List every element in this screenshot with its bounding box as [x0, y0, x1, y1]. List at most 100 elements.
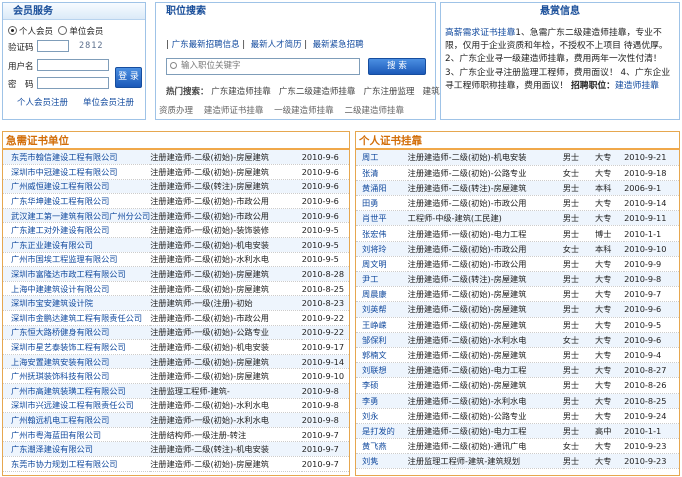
person-name[interactable]: 刘将玲	[356, 241, 408, 257]
table-row: 是打发的 注册建造师-二级(初始)-电力工程 男士 高中 2010-1-1	[356, 423, 679, 440]
education: 大专	[595, 453, 625, 470]
person-name[interactable]: 肖世平	[356, 210, 408, 227]
company-name[interactable]: 广州市粤海蓝田有限公司	[3, 427, 151, 443]
hot-term[interactable]: 一级建造师挂靠	[274, 106, 334, 116]
reward-headline-link[interactable]: 高薪需求证书挂靠	[445, 28, 515, 38]
post-date: 2010-9-7	[624, 286, 679, 303]
radio-company[interactable]	[58, 26, 68, 35]
post-date: 2010-9-21	[624, 150, 679, 166]
register-personal-link[interactable]: 个人会员注册	[17, 96, 68, 108]
cert-requirement: 注册建造师-二级(初始)-市政公用	[150, 208, 302, 224]
company-name[interactable]: 广州翰远机电工程有限公司	[3, 412, 151, 428]
radio-personal[interactable]	[8, 26, 17, 35]
person-name[interactable]: 郭楠文	[356, 347, 408, 364]
gender: 男士	[562, 393, 595, 409]
person-name[interactable]: 周工	[356, 150, 408, 166]
company-name[interactable]: 深圳市富隆达市政工程有限公司	[3, 266, 151, 282]
company-name[interactable]: 上海中建建筑设计有限公司	[3, 281, 151, 297]
cert-requirement: 注册建造师-二级(初始)-房屋建筑	[150, 150, 302, 166]
cert-requirement: 注册建造师-一级(初始)-水利水电	[150, 412, 302, 428]
company-name[interactable]: 广东潮泽建设有限公司	[3, 441, 151, 457]
person-name[interactable]: 尹工	[356, 271, 408, 288]
tab-urgent-jobs[interactable]: 最新紧急招聘	[313, 40, 364, 50]
company-name[interactable]: 深圳市金鹏达建筑工程有限责任公司	[3, 310, 151, 326]
password-input[interactable]	[37, 77, 109, 89]
company-name[interactable]: 深圳市兴远建设工程有限责任公司	[3, 398, 151, 414]
login-button[interactable]: 登 录	[115, 67, 142, 88]
person-name[interactable]: 李硕	[356, 377, 408, 394]
person-name[interactable]: 刘隽	[356, 453, 408, 470]
education: 大专	[595, 393, 625, 409]
company-name[interactable]: 广州抚琪装饰科技有限公司	[3, 368, 151, 384]
table-row: 刘永 注册建造师-二级(初始)-公路专业 男士 大专 2010-9-24	[356, 408, 679, 424]
search-button[interactable]: 搜 索	[368, 58, 426, 75]
tab-latest-jobs[interactable]: 广东最新招聘信息	[172, 40, 240, 50]
education: 大专	[595, 256, 625, 273]
username-input[interactable]	[37, 59, 109, 71]
company-name[interactable]: 广州市国埃工程监理有限公司	[3, 252, 151, 268]
reward-job-link[interactable]: 建造师挂靠	[615, 81, 659, 91]
post-date: 2010-9-5	[301, 237, 349, 253]
hot-term[interactable]: 广东二级建造师挂靠	[279, 87, 356, 97]
person-name[interactable]: 黄飞燕	[356, 438, 408, 455]
person-name[interactable]: 李勇	[356, 393, 408, 409]
company-name[interactable]: 上海安置建筑安装有限公司	[3, 354, 151, 370]
cert-type: 注册监理工程师-建筑-建筑规划	[407, 453, 563, 470]
person-name[interactable]: 周文明	[356, 256, 408, 273]
table-row: 深圳市宝安建筑设计院 注册建筑师-一级(注册)-初始 2010-8-23	[3, 295, 349, 312]
table-row: 东莞市协力规划工程有限公司 注册建造师-二级(初始)-房屋建筑 2010-9-7	[3, 456, 349, 472]
person-name[interactable]: 周晨康	[356, 286, 408, 303]
table-row: 李勇 注册建造师-二级(初始)-水利水电 男士 大专 2010-8-25	[356, 393, 679, 409]
person-name[interactable]: 刘永	[356, 408, 408, 424]
gender: 男士	[562, 271, 595, 288]
table-row: 广东恒大路桥健身有限公司 注册建造师-一级(初始)-公路专业 2010-9-22	[3, 325, 349, 341]
person-name[interactable]: 邹保利	[356, 332, 408, 348]
company-name[interactable]: 深圳市星艺泰装饰工程有限公司	[3, 339, 151, 355]
table-row: 尹工 注册建造师-二级(转注)-房屋建筑 男士 大专 2010-9-8	[356, 271, 679, 288]
urgent-companies-table: 东莞市翰信建设工程有限公司 注册建造师-二级(初始)-房屋建筑 2010-9-6 深圳…	[3, 150, 349, 472]
post-date: 2010-9-6	[301, 164, 349, 180]
person-name[interactable]: 是打发的	[356, 423, 408, 440]
person-name[interactable]: 王峥嵘	[356, 317, 408, 333]
person-name[interactable]: 黄涌阳	[356, 180, 408, 197]
urgent-companies-title: 急需证书单位	[3, 132, 349, 150]
hot-term[interactable]: 建造师证书挂靠	[204, 106, 264, 116]
company-name[interactable]: 广东正业建设有限公司	[3, 237, 151, 253]
company-name[interactable]: 深圳市宝安建筑设计院	[3, 295, 151, 312]
person-name[interactable]: 田勇	[356, 195, 408, 212]
person-name[interactable]: 张清	[356, 165, 408, 181]
job-search-input[interactable]: 输入职位关键字	[166, 58, 360, 75]
person-name[interactable]: 张宏伟	[356, 225, 408, 242]
company-name[interactable]: 广东华坤建设工程有限公司	[3, 193, 151, 209]
hot-term[interactable]: 二级建造师挂靠	[344, 106, 404, 116]
table-row: 深圳市富隆达市政工程有限公司 注册建造师-二级(初始)-房屋建筑 2010-8-28	[3, 266, 349, 282]
company-name[interactable]: 广州市高建筑装璜工程有限公司	[3, 383, 151, 399]
hot-term[interactable]: 广东建造师挂靠	[211, 87, 271, 97]
hot-term[interactable]: 广东注册监理	[363, 87, 414, 97]
hot-term[interactable]: 建筑	[423, 87, 440, 97]
cert-requirement: 注册建造师-二级(初始)-房屋建筑	[150, 164, 302, 180]
table-row: 张宏伟 注册建造师-一级(初始)-电力工程 男士 博士 2010-1-1	[356, 225, 679, 242]
company-name[interactable]: 广东建工对外建设有限公司	[3, 222, 151, 239]
company-name[interactable]: 广州威恒建设工程有限公司	[3, 179, 151, 195]
table-row: 广州威恒建设工程有限公司 注册建造师-二级(转注)-房屋建筑 2010-9-6	[3, 179, 349, 195]
verify-code-input[interactable]	[37, 40, 69, 52]
post-date: 2010-9-23	[624, 453, 679, 470]
table-row: 广州市粤海蓝田有限公司 注册结构师-一级注册-转注 2010-9-7	[3, 427, 349, 443]
company-name[interactable]: 深圳市中冠建设工程有限公司	[3, 164, 151, 180]
company-name[interactable]: 东莞市协力规划工程有限公司	[3, 456, 151, 472]
tab-latest-resumes[interactable]: 最新人才简历	[251, 40, 302, 50]
table-row: 广东建工对外建设有限公司 注册建造师-一级(初始)-装饰装修 2010-9-5	[3, 222, 349, 239]
company-name[interactable]: 武汉建工第一建筑有限公司广州分公司	[3, 208, 151, 224]
hot-term[interactable]: 资质办理	[159, 106, 193, 116]
member-type-radios: 个人会员 单位会员	[8, 25, 103, 37]
table-row: 广东华坤建设工程有限公司 注册建造师-二级(初始)-市政公用 2010-9-6	[3, 193, 349, 209]
radio-personal-label: 个人会员	[19, 27, 54, 37]
company-name[interactable]: 广东恒大路桥健身有限公司	[3, 325, 151, 341]
register-company-link[interactable]: 单位会员注册	[83, 96, 134, 108]
cert-requirement: 注册建造师-二级(初始)-房屋建筑	[150, 368, 302, 384]
person-name[interactable]: 刘英帮	[356, 301, 408, 318]
post-date: 2010-9-24	[624, 408, 679, 424]
person-name[interactable]: 刘联想	[356, 362, 408, 379]
company-name[interactable]: 东莞市翰信建设工程有限公司	[3, 150, 151, 166]
